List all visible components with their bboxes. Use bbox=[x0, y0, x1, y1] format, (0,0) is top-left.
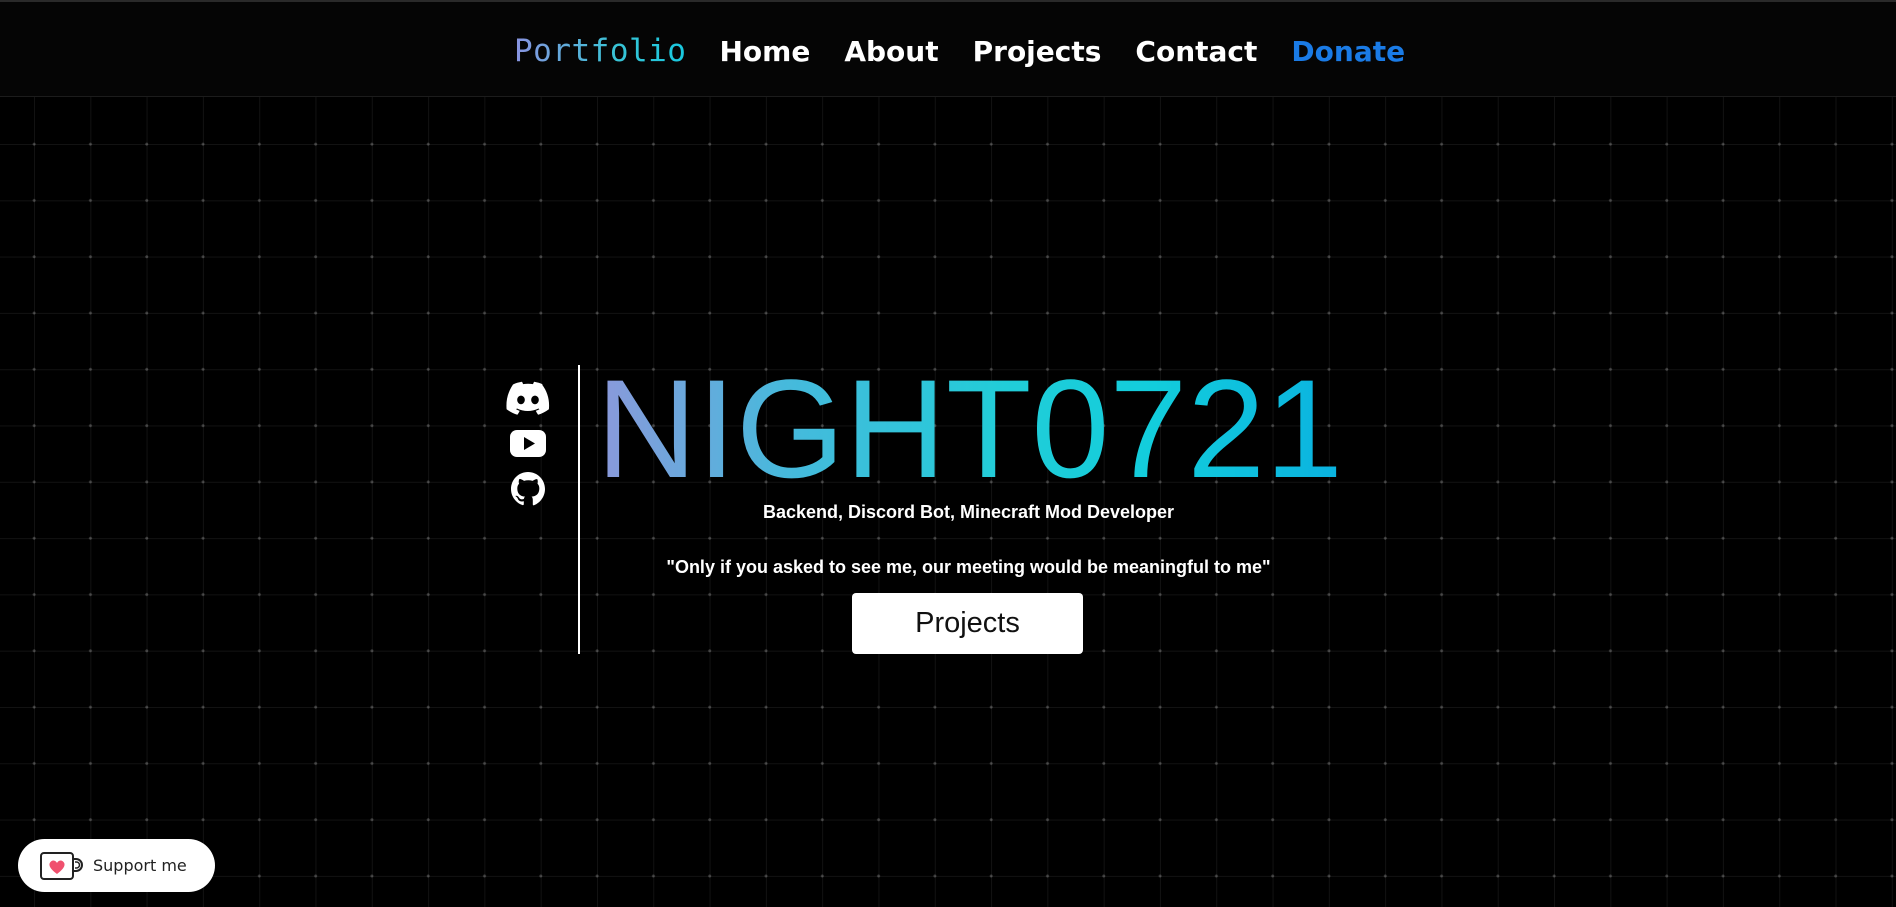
hero-title: NIGHT0721 bbox=[596, 350, 1343, 507]
social-links bbox=[506, 378, 550, 516]
projects-button[interactable]: Projects bbox=[852, 593, 1083, 654]
hero-quote: "Only if you asked to see me, our meetin… bbox=[666, 557, 1271, 577]
nav-projects-link[interactable]: Projects bbox=[973, 35, 1102, 68]
support-me-button[interactable]: Support me bbox=[18, 839, 215, 892]
youtube-icon[interactable] bbox=[506, 424, 550, 462]
discord-icon[interactable] bbox=[506, 378, 550, 416]
nav-donate-link[interactable]: Donate bbox=[1291, 35, 1405, 68]
hero-subtitle: Backend, Discord Bot, Minecraft Mod Deve… bbox=[762, 502, 1175, 522]
top-navbar: Portfolio Home About Projects Contact Do… bbox=[0, 0, 1896, 97]
hero-divider bbox=[578, 365, 580, 654]
nav-about-link[interactable]: About bbox=[844, 35, 938, 68]
github-icon[interactable] bbox=[506, 470, 550, 508]
support-me-label: Support me bbox=[93, 856, 187, 875]
brand-link[interactable]: Portfolio bbox=[514, 33, 686, 69]
nav-links: Portfolio Home About Projects Contact Do… bbox=[514, 30, 1405, 72]
nav-contact-link[interactable]: Contact bbox=[1135, 35, 1257, 68]
nav-home-link[interactable]: Home bbox=[719, 35, 810, 68]
kofi-cup-icon bbox=[40, 851, 83, 880]
